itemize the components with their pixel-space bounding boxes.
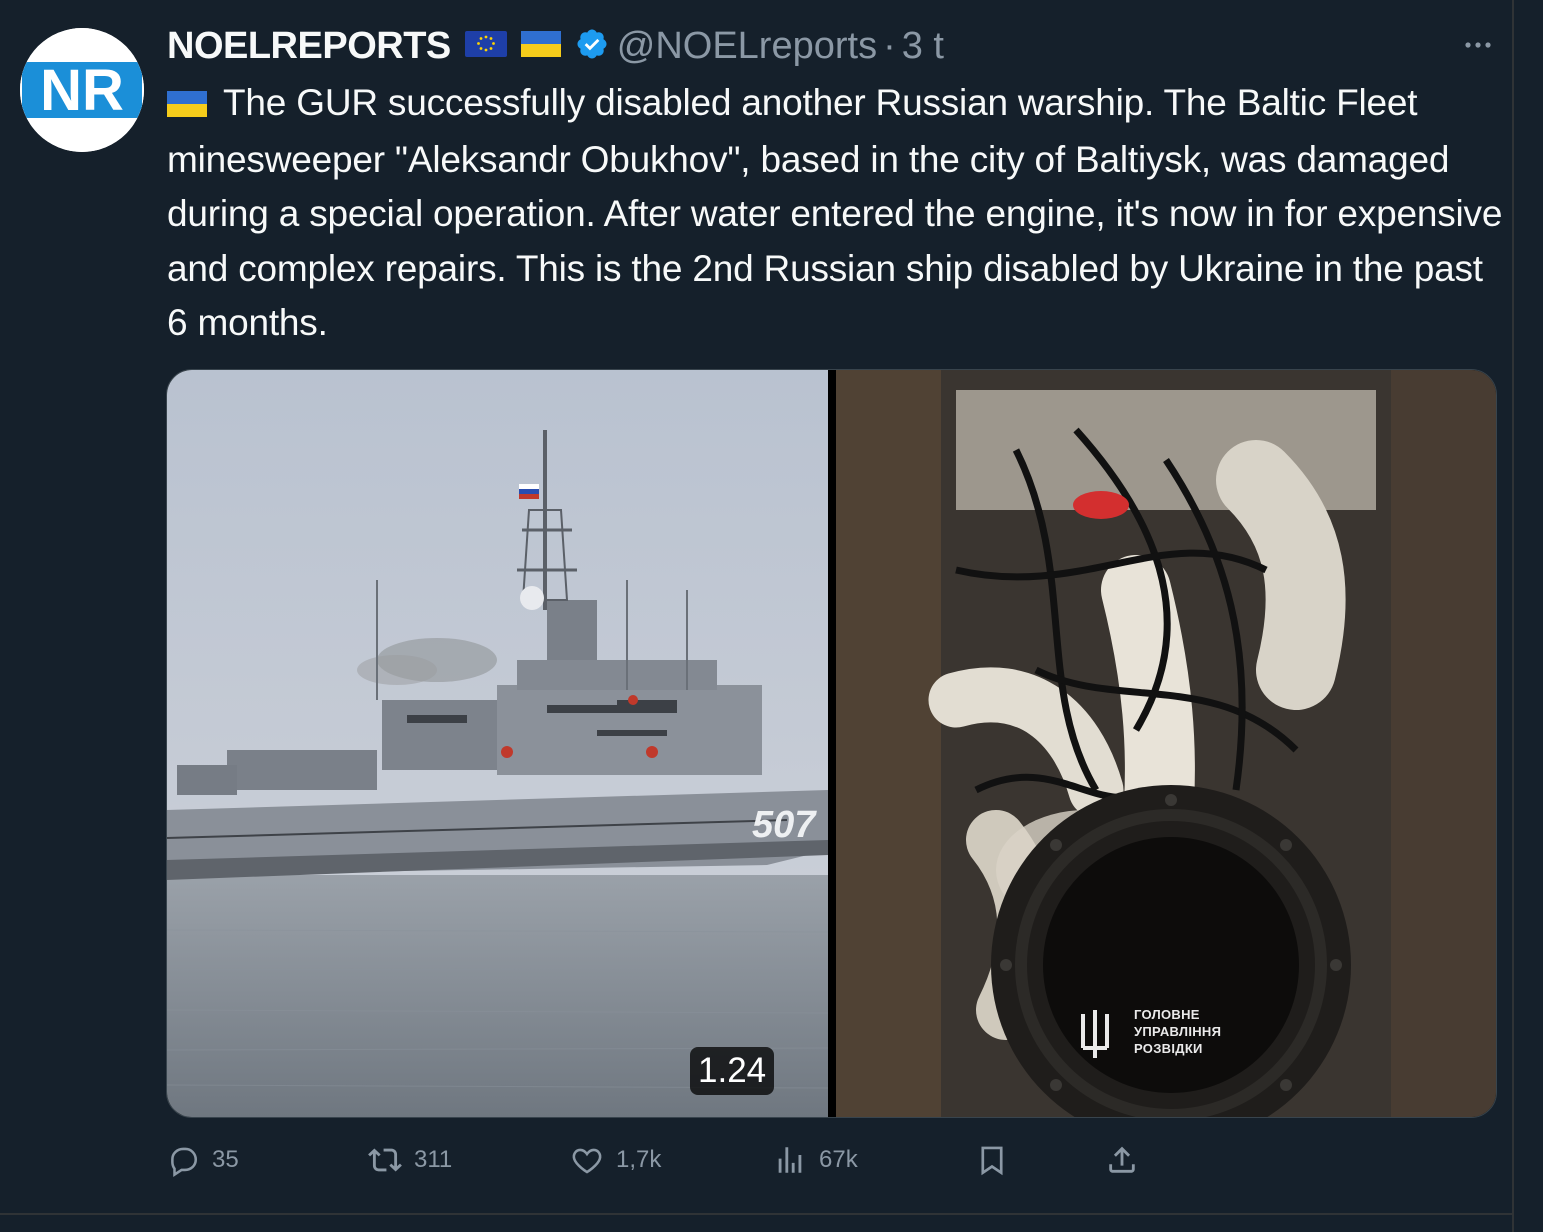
ukraine-flag-icon xyxy=(520,30,561,62)
video-duration: 1.24 xyxy=(690,1047,775,1095)
avatar-text: NR xyxy=(40,58,124,123)
tweet-divider xyxy=(0,1213,1512,1215)
bookmark-button[interactable] xyxy=(975,1138,1009,1182)
tweet[interactable]: NR NOELREPORTS @NOELreports · 3 t The GU… xyxy=(0,0,1512,1213)
like-button[interactable]: 1,7k xyxy=(570,1138,661,1182)
column-divider xyxy=(1512,0,1514,1232)
avatar[interactable]: NR xyxy=(20,28,144,152)
views-icon xyxy=(778,1147,802,1173)
like-count: 1,7k xyxy=(616,1146,662,1173)
reply-icon xyxy=(171,1147,198,1177)
handle[interactable]: @NOELreports xyxy=(617,25,877,68)
nr-logo: NR xyxy=(20,28,144,152)
hull-number: 507 xyxy=(752,804,817,846)
views-button[interactable]: 67k xyxy=(773,1138,858,1182)
timestamp[interactable]: 3 t xyxy=(902,25,944,68)
repost-count: 311 xyxy=(414,1146,453,1173)
gur-watermark: ГОЛОВНЕ УПРАВЛІННЯ РОЗВІДКИ xyxy=(1134,1007,1222,1056)
share-icon xyxy=(1109,1146,1135,1173)
tweet-header: NOELREPORTS @NOELreports · 3 t xyxy=(167,22,944,70)
display-name[interactable]: NOELREPORTS xyxy=(167,25,451,68)
tweet-text-block: The GUR successfully disabled another Ru… xyxy=(167,76,1507,351)
reply-count: 35 xyxy=(212,1146,239,1173)
repost-icon xyxy=(368,1148,402,1172)
views-count: 67k xyxy=(819,1146,858,1173)
separator: · xyxy=(883,24,896,67)
more-icon[interactable] xyxy=(1460,30,1496,60)
reply-button[interactable]: 35 xyxy=(166,1138,239,1182)
eu-flag-icon xyxy=(464,30,507,62)
tweet-text: The GUR successfully disabled another Ru… xyxy=(167,82,1503,343)
bookmark-icon xyxy=(981,1146,1003,1176)
verified-badge-icon[interactable] xyxy=(575,27,609,66)
ukraine-flag-icon xyxy=(167,78,207,133)
share-button[interactable] xyxy=(1105,1138,1139,1182)
repost-button[interactable]: 311 xyxy=(368,1138,452,1182)
media-grid[interactable]: 507 xyxy=(166,369,1497,1118)
like-icon xyxy=(572,1148,602,1174)
action-bar: 35 311 1,7k 67k xyxy=(0,1138,1512,1182)
ship-photo[interactable]: 507 xyxy=(167,370,828,1117)
